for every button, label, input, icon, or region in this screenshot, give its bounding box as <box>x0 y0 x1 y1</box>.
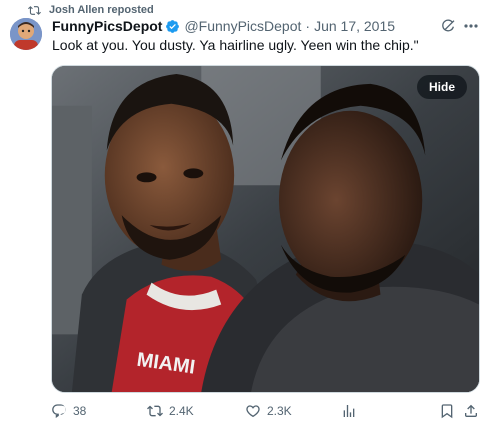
like-count: 2.3K <box>267 404 292 418</box>
repost-label: Josh Allen reposted <box>49 4 154 16</box>
analytics-icon <box>343 405 355 417</box>
bookmark-button[interactable] <box>439 402 455 420</box>
more-options-icon[interactable] <box>463 20 479 32</box>
action-bar: 38 2.4K 2.3K <box>51 402 481 420</box>
like-button[interactable]: 2.3K <box>245 402 292 420</box>
post-media[interactable]: MIAMI Hide <box>51 65 480 393</box>
author-handle[interactable]: @FunnyPicsDepot <box>184 18 301 34</box>
repost-icon <box>147 405 163 417</box>
verified-badge-icon[interactable] <box>165 19 180 34</box>
repost-icon <box>28 5 41 15</box>
avatar[interactable] <box>10 18 42 50</box>
views-button[interactable] <box>341 402 357 420</box>
post-date[interactable]: Jun 17, 2015 <box>314 18 395 34</box>
heart-icon <box>246 405 260 418</box>
bookmark-icon <box>441 404 453 419</box>
repost-button[interactable]: 2.4K <box>147 402 194 420</box>
display-name[interactable]: FunnyPicsDepot <box>52 18 162 34</box>
share-icon <box>465 404 477 417</box>
post-header: FunnyPicsDepot @FunnyPicsDepot · Jun 17,… <box>52 17 395 35</box>
repost-indicator[interactable]: Josh Allen reposted <box>28 3 154 17</box>
share-button[interactable] <box>463 402 479 420</box>
hide-button[interactable]: Hide <box>416 75 467 99</box>
reply-button[interactable]: 38 <box>51 402 86 420</box>
post-text: Look at you. You dusty. Ya hairline ugly… <box>52 37 419 53</box>
grok-icon[interactable] <box>440 18 456 34</box>
reply-icon <box>52 404 66 418</box>
reply-count: 38 <box>73 404 87 418</box>
repost-count: 2.4K <box>169 404 194 418</box>
photo-image: MIAMI <box>52 66 479 392</box>
separator-dot: · <box>305 18 311 34</box>
